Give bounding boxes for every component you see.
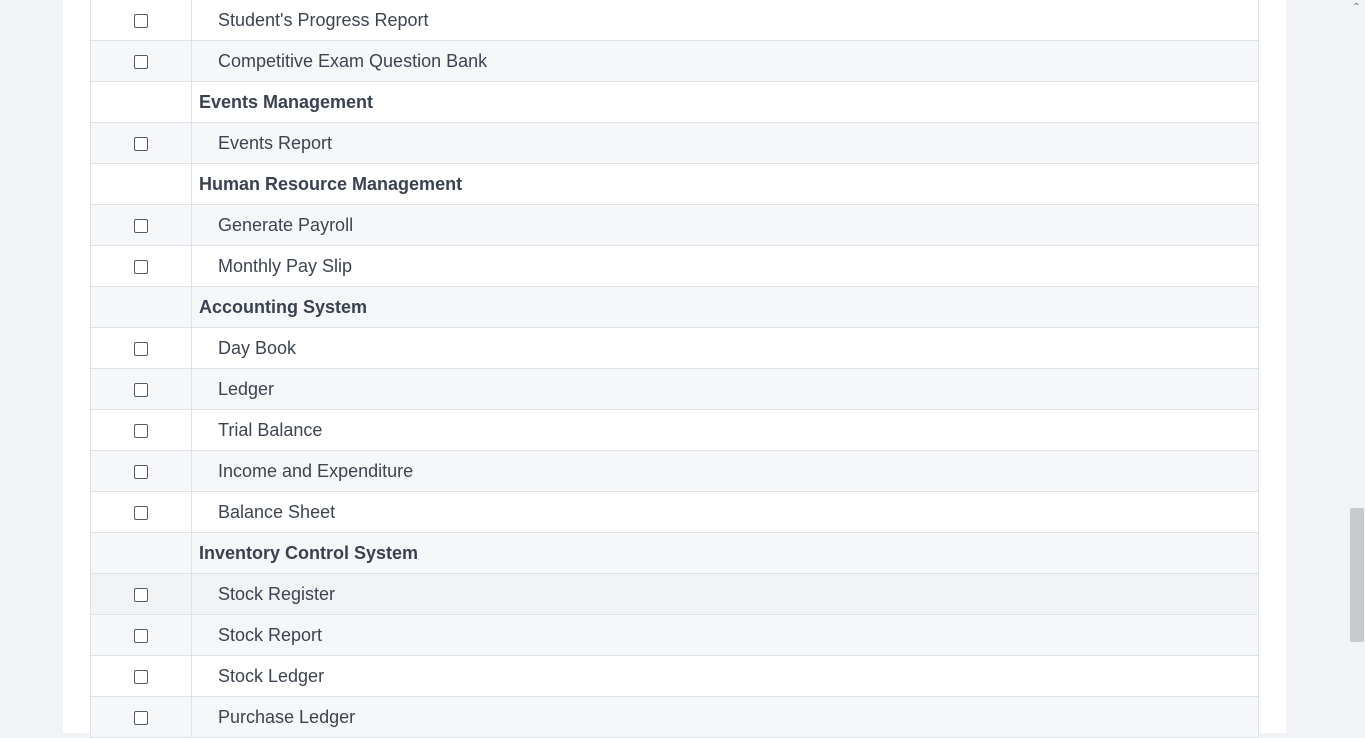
empty-cell <box>90 81 192 123</box>
checkbox-cell <box>90 245 192 287</box>
permission-label: Monthly Pay Slip <box>191 245 1259 287</box>
checkbox-cell <box>90 122 192 164</box>
checkbox-cell <box>90 409 192 451</box>
table-row: Stock Register <box>90 573 1259 615</box>
permission-checkbox[interactable] <box>134 628 148 643</box>
table-row: Stock Report <box>90 614 1259 656</box>
group-header-row: Inventory Control System <box>90 532 1259 574</box>
permissions-table-wrapper: Student's Progress Report Competitive Ex… <box>90 0 1259 738</box>
table-row: Monthly Pay Slip <box>90 245 1259 287</box>
permission-label: Stock Report <box>191 614 1259 656</box>
scrollbar-thumb[interactable] <box>1350 508 1364 642</box>
permission-label: Trial Balance <box>191 409 1259 451</box>
checkbox-cell <box>90 450 192 492</box>
checkbox-cell <box>90 614 192 656</box>
checkbox-cell <box>90 327 192 369</box>
table-row: Day Book <box>90 327 1259 369</box>
checkbox-cell <box>90 491 192 533</box>
group-heading: Accounting System <box>191 286 1259 328</box>
permission-checkbox[interactable] <box>134 13 148 28</box>
vertical-scrollbar[interactable]: ⌃ <box>1348 0 1365 733</box>
group-heading: Events Management <box>191 81 1259 123</box>
permission-checkbox[interactable] <box>134 710 148 725</box>
group-heading: Inventory Control System <box>191 532 1259 574</box>
page-content: Student's Progress Report Competitive Ex… <box>63 0 1286 738</box>
empty-cell <box>90 532 192 574</box>
permission-label: Competitive Exam Question Bank <box>191 40 1259 82</box>
empty-cell <box>90 286 192 328</box>
permission-label: Generate Payroll <box>191 204 1259 246</box>
group-header-row: Human Resource Management <box>90 163 1259 205</box>
table-row: Income and Expenditure <box>90 450 1259 492</box>
checkbox-cell <box>90 0 192 41</box>
permission-label: Income and Expenditure <box>191 450 1259 492</box>
permission-label: Events Report <box>191 122 1259 164</box>
permission-checkbox[interactable] <box>134 464 148 479</box>
permission-checkbox[interactable] <box>134 669 148 684</box>
table-row: Competitive Exam Question Bank <box>90 40 1259 82</box>
permission-label: Stock Ledger <box>191 655 1259 697</box>
checkbox-cell <box>90 40 192 82</box>
checkbox-cell <box>90 696 192 738</box>
permission-label: Balance Sheet <box>191 491 1259 533</box>
permission-checkbox[interactable] <box>134 341 148 356</box>
chevron-up-icon[interactable]: ⌃ <box>1351 2 1362 13</box>
group-header-row: Accounting System <box>90 286 1259 328</box>
checkbox-cell <box>90 368 192 410</box>
table-row: Ledger <box>90 368 1259 410</box>
checkbox-cell <box>90 204 192 246</box>
checkbox-cell <box>90 573 192 615</box>
permission-checkbox[interactable] <box>134 587 148 602</box>
permission-checkbox[interactable] <box>134 136 148 151</box>
permissions-table-body: Student's Progress Report Competitive Ex… <box>90 0 1259 738</box>
table-row: Trial Balance <box>90 409 1259 451</box>
permission-label: Day Book <box>191 327 1259 369</box>
group-heading: Human Resource Management <box>191 163 1259 205</box>
table-row: Stock Ledger <box>90 655 1259 697</box>
checkbox-cell <box>90 655 192 697</box>
table-row: Student's Progress Report <box>90 0 1259 41</box>
group-header-row: Events Management <box>90 81 1259 123</box>
table-row: Balance Sheet <box>90 491 1259 533</box>
permission-checkbox[interactable] <box>134 505 148 520</box>
permission-checkbox[interactable] <box>134 218 148 233</box>
permission-checkbox[interactable] <box>134 423 148 438</box>
permission-checkbox[interactable] <box>134 259 148 274</box>
permission-label: Ledger <box>191 368 1259 410</box>
empty-cell <box>90 163 192 205</box>
table-row: Purchase Ledger <box>90 696 1259 738</box>
permission-label: Stock Register <box>191 573 1259 615</box>
permission-checkbox[interactable] <box>134 382 148 397</box>
table-row: Generate Payroll <box>90 204 1259 246</box>
table-row: Events Report <box>90 122 1259 164</box>
permissions-table: Student's Progress Report Competitive Ex… <box>90 0 1259 738</box>
permission-label: Student's Progress Report <box>191 0 1259 41</box>
permission-label: Purchase Ledger <box>191 696 1259 738</box>
permission-checkbox[interactable] <box>134 54 148 69</box>
